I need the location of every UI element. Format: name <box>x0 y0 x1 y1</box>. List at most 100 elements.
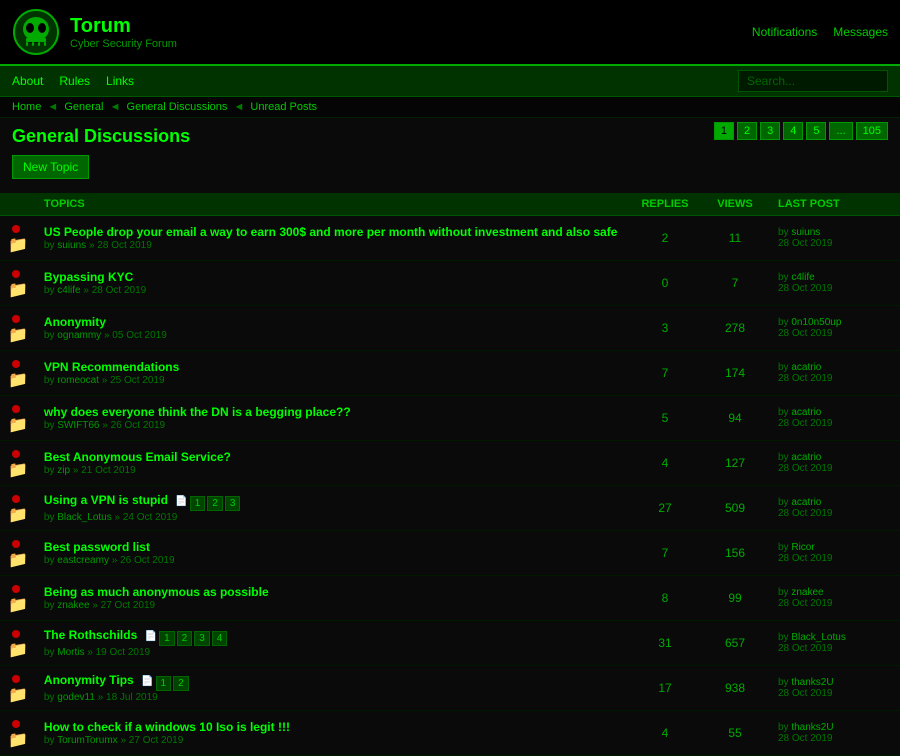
header: Torum Cyber Security Forum Notifications… <box>0 0 900 66</box>
topic-title-link[interactable]: Anonymity <box>44 315 106 329</box>
topic-title-link[interactable]: Bypassing KYC <box>44 270 133 284</box>
topic-meta: by c4life » 28 Oct 2019 <box>44 285 622 296</box>
page-btn-4[interactable]: 4 <box>783 122 803 140</box>
topic-meta: by znakee » 27 Oct 2019 <box>44 600 622 611</box>
topic-views: 7 <box>700 261 770 306</box>
topic-title-link[interactable]: Best Anonymous Email Service? <box>44 450 231 464</box>
topic-author[interactable]: zip <box>57 465 70 476</box>
mini-page-btn[interactable]: 2 <box>177 631 193 646</box>
topic-meta: by ognammy » 05 Oct 2019 <box>44 330 622 341</box>
nav-links[interactable]: Links <box>106 74 134 88</box>
lastpost-author[interactable]: acatrio <box>791 407 821 418</box>
mini-page-btn[interactable]: 4 <box>212 631 228 646</box>
search-input[interactable] <box>738 70 888 92</box>
mini-page-btn[interactable]: 3 <box>194 631 210 646</box>
notifications-link[interactable]: Notifications <box>752 25 817 39</box>
topic-author[interactable]: romeocat <box>57 375 99 386</box>
new-topic-button[interactable]: New Topic <box>12 155 89 179</box>
col-topics: TOPICS <box>36 193 630 216</box>
lastpost-author[interactable]: suiuns <box>791 227 820 238</box>
folder-icon: 📁 <box>8 282 28 299</box>
topic-icon-cell: 📁 <box>0 531 36 576</box>
topic-author[interactable]: ognammy <box>57 330 101 341</box>
mini-page-btn[interactable]: 1 <box>156 676 172 691</box>
topic-title-cell: VPN Recommendations by romeocat » 25 Oct… <box>36 351 630 396</box>
table-row: 📁 Being as much anonymous as possible by… <box>0 576 900 621</box>
nav-about[interactable]: About <box>12 74 43 88</box>
breadcrumb-general[interactable]: General <box>64 101 103 113</box>
topic-views: 174 <box>700 351 770 396</box>
mini-page-btn[interactable]: 2 <box>207 496 223 511</box>
page-btn-105[interactable]: 105 <box>856 122 888 140</box>
table-row: 📁 VPN Recommendations by romeocat » 25 O… <box>0 351 900 396</box>
topic-title-link[interactable]: Best password list <box>44 540 150 554</box>
col-views: VIEWS <box>700 193 770 216</box>
table-row: 📁 why does everyone think the DN is a be… <box>0 396 900 441</box>
topic-title-cell: Anonymity by ognammy » 05 Oct 2019 <box>36 306 630 351</box>
topic-title-link[interactable]: The Rothschilds <box>44 628 137 642</box>
topic-author[interactable]: eastcreamy <box>57 555 109 566</box>
topic-lastpost: by Black_Lotus28 Oct 2019 <box>770 621 900 666</box>
breadcrumb-unread-posts[interactable]: Unread Posts <box>250 101 317 113</box>
topic-replies: 17 <box>630 666 700 711</box>
breadcrumb: Home ◄ General ◄ General Discussions ◄ U… <box>0 97 900 118</box>
topic-lastpost: by thanks2U28 Oct 2019 <box>770 711 900 756</box>
mini-page-btn[interactable]: 2 <box>173 676 189 691</box>
header-right: Notifications Messages <box>752 25 888 39</box>
page-btn-3[interactable]: 3 <box>760 122 780 140</box>
table-row: 📁 Best Anonymous Email Service? by zip »… <box>0 441 900 486</box>
lastpost-author[interactable]: acatrio <box>791 362 821 373</box>
lastpost-author[interactable]: thanks2U <box>791 722 833 733</box>
topic-title-link[interactable]: Anonymity Tips <box>44 673 134 687</box>
topic-author[interactable]: suiuns <box>57 240 86 251</box>
lastpost-author[interactable]: thanks2U <box>791 677 833 688</box>
page-btn-1[interactable]: 1 <box>714 122 734 140</box>
topic-title-link[interactable]: why does everyone think the DN is a begg… <box>44 405 351 419</box>
nav-rules[interactable]: Rules <box>59 74 90 88</box>
topic-author[interactable]: Black_Lotus <box>57 512 111 523</box>
page-btn-2[interactable]: 2 <box>737 122 757 140</box>
lastpost-author[interactable]: 0n10n50up <box>791 317 841 328</box>
topic-replies: 3 <box>630 306 700 351</box>
lastpost-author[interactable]: Black_Lotus <box>791 632 845 643</box>
page-btn-5[interactable]: 5 <box>806 122 826 140</box>
topic-views: 99 <box>700 576 770 621</box>
topic-title-link[interactable]: VPN Recommendations <box>44 360 179 374</box>
table-header-row: TOPICS REPLIES VIEWS LAST POST <box>0 193 900 216</box>
topics-tbody: 📁 US People drop your email a way to ear… <box>0 216 900 756</box>
topic-lastpost: by znakee28 Oct 2019 <box>770 576 900 621</box>
mini-page-btn[interactable]: 1 <box>159 631 175 646</box>
folder-icon: 📁 <box>8 462 28 479</box>
topic-author[interactable]: c4life <box>57 285 80 296</box>
topic-author[interactable]: znakee <box>57 600 89 611</box>
topic-title-link[interactable]: Using a VPN is stupid <box>44 493 168 507</box>
breadcrumb-general-discussions[interactable]: General Discussions <box>127 101 228 113</box>
folder-icon: 📁 <box>8 732 28 749</box>
mini-page-btn[interactable]: 1 <box>190 496 206 511</box>
lastpost-author[interactable]: znakee <box>791 587 823 598</box>
topic-title-link[interactable]: Being as much anonymous as possible <box>44 585 269 599</box>
topic-title-link[interactable]: How to check if a windows 10 Iso is legi… <box>44 720 290 734</box>
lastpost-author[interactable]: acatrio <box>791 452 821 463</box>
topic-meta: by zip » 21 Oct 2019 <box>44 465 622 476</box>
topic-author[interactable]: TorumTorumx <box>57 735 118 746</box>
lastpost-author[interactable]: acatrio <box>791 497 821 508</box>
topic-meta: by suiuns » 28 Oct 2019 <box>44 240 622 251</box>
unread-dot <box>12 405 20 413</box>
folder-icon: 📁 <box>8 507 28 524</box>
topic-meta: by godev11 » 18 Jul 2019 <box>44 692 622 703</box>
page-title: General Discussions <box>12 126 190 147</box>
topic-author[interactable]: godev11 <box>57 692 95 703</box>
mini-page-btn[interactable]: 3 <box>225 496 241 511</box>
topic-author[interactable]: Mortis <box>57 647 84 658</box>
lastpost-author[interactable]: c4life <box>791 272 814 283</box>
folder-icon: 📁 <box>8 372 28 389</box>
messages-link[interactable]: Messages <box>833 25 888 39</box>
col-icon <box>0 193 36 216</box>
topic-author[interactable]: SWIFT66 <box>57 420 99 431</box>
lastpost-author[interactable]: Ricor <box>791 542 814 553</box>
topic-lastpost: by c4life28 Oct 2019 <box>770 261 900 306</box>
unread-dot <box>12 270 20 278</box>
breadcrumb-home[interactable]: Home <box>12 101 41 113</box>
topic-title-link[interactable]: US People drop your email a way to earn … <box>44 225 617 239</box>
